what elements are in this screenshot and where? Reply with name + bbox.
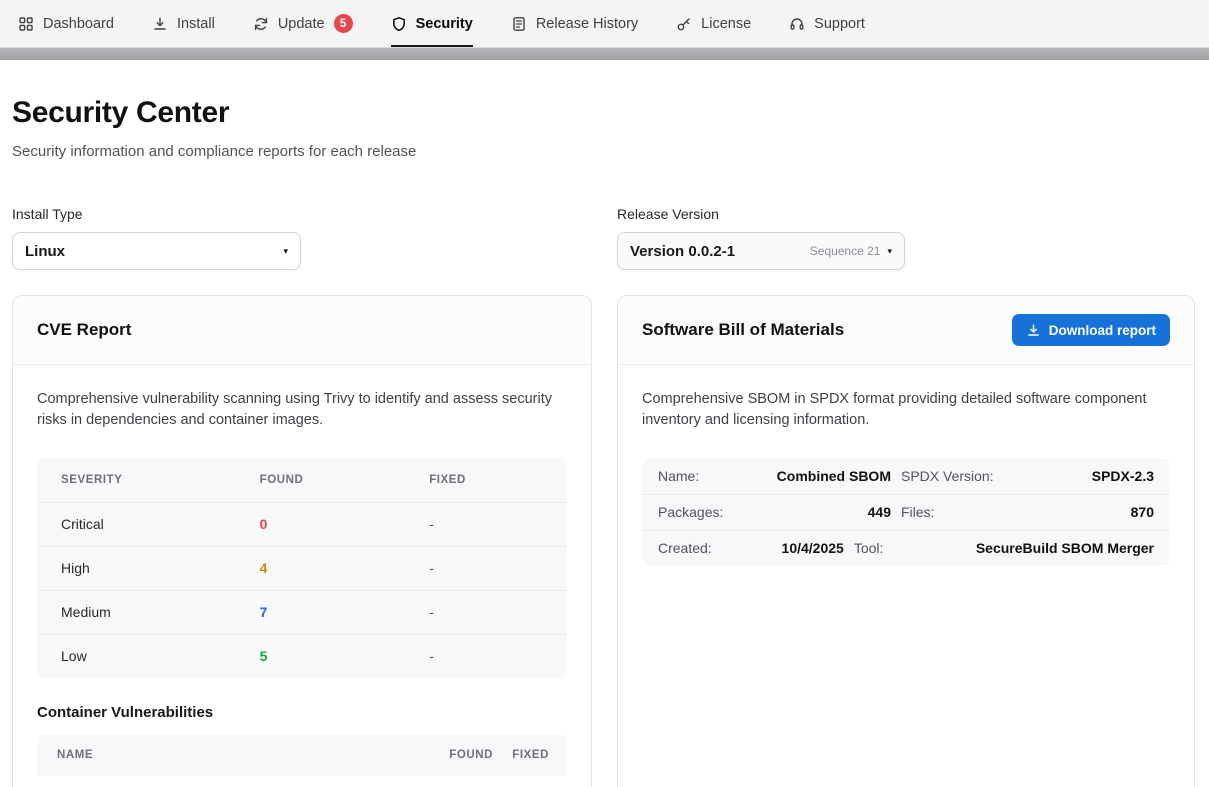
severity-found-count: 5 [260, 648, 430, 664]
severity-row-critical: Critical 0 - [37, 502, 567, 546]
nav-tab-update[interactable]: Update 5 [253, 0, 353, 47]
install-type-label: Install Type [12, 206, 592, 222]
sbom-card: Software Bill of Materials Download repo… [617, 295, 1195, 787]
install-type-value: Linux [25, 243, 276, 260]
sbom-title: Software Bill of Materials [642, 320, 844, 340]
sbom-field-value: SPDX-2.3 [1023, 468, 1154, 484]
cve-report-title: CVE Report [37, 320, 131, 340]
top-navigation: Dashboard Install Update 5 Security Rele… [0, 0, 1209, 48]
container-table-header: NAME FOUND FIXED [37, 734, 567, 776]
update-count-badge: 5 [334, 14, 353, 33]
download-report-button[interactable]: Download report [1012, 314, 1170, 346]
severity-table-header: SEVERITY FOUND FIXED [37, 458, 567, 502]
sbom-field-value: Combined SBOM [760, 468, 891, 484]
severity-header-cell: SEVERITY [37, 474, 260, 486]
nav-tab-label: Update [278, 16, 325, 32]
sbom-field-label: SPDX Version: [901, 468, 1013, 484]
nav-tab-label: Install [177, 16, 215, 32]
release-version-label: Release Version [617, 206, 1195, 222]
cve-report-header: CVE Report [13, 296, 591, 365]
grid-icon [18, 16, 34, 32]
fixed-header-cell: FIXED [493, 749, 549, 761]
found-header-cell: FOUND [260, 474, 430, 486]
sbom-field-value: 449 [760, 504, 891, 520]
sbom-field-value: SecureBuild SBOM Merger [976, 540, 1154, 556]
release-version-select[interactable]: Version 0.0.2-1 Sequence 21 ▾ [617, 232, 905, 270]
nav-tab-license[interactable]: License [676, 0, 751, 47]
download-icon [152, 16, 168, 32]
report-cards: CVE Report Comprehensive vulnerability s… [12, 295, 1195, 787]
main-content: Security Center Security information and… [0, 60, 1209, 787]
sbom-info-row: Created: 10/4/2025 Tool: SecureBuild SBO… [642, 530, 1170, 566]
severity-row-high: High 4 - [37, 546, 567, 590]
sbom-description: Comprehensive SBOM in SPDX format provid… [642, 389, 1170, 432]
release-sequence-text: Sequence 21 [810, 244, 881, 258]
headset-icon [789, 16, 805, 32]
nav-tab-support[interactable]: Support [789, 0, 865, 47]
key-icon [676, 16, 692, 32]
severity-fixed-count: - [429, 604, 567, 620]
shield-icon [391, 16, 407, 32]
window-divider [0, 48, 1209, 60]
sbom-field-label: Files: [901, 504, 1013, 520]
refresh-icon [253, 16, 269, 32]
nav-tab-label: License [701, 16, 751, 32]
sbom-info-row: Packages: 449 Files: 870 [642, 494, 1170, 530]
nav-tab-security[interactable]: Security [391, 0, 473, 47]
name-header-cell: NAME [57, 749, 421, 761]
sbom-field-value: 10/4/2025 [760, 540, 844, 556]
severity-found-count: 7 [260, 604, 430, 620]
cve-report-description: Comprehensive vulnerability scanning usi… [37, 389, 567, 432]
sbom-info-table: Name: Combined SBOM SPDX Version: SPDX-2… [642, 458, 1170, 566]
install-type-select[interactable]: Linux ▾ [12, 232, 301, 270]
nav-tab-label: Dashboard [43, 16, 114, 32]
release-version-value: Version 0.0.2-1 [630, 243, 810, 260]
severity-label: High [37, 560, 260, 576]
nav-tab-label: Release History [536, 16, 638, 32]
severity-row-medium: Medium 7 - [37, 590, 567, 634]
sbom-field-label: Created: [658, 540, 750, 556]
download-icon [1026, 323, 1041, 338]
container-vulnerabilities-title: Container Vulnerabilities [37, 704, 567, 721]
sbom-field-label: Packages: [658, 504, 750, 520]
cve-report-card: CVE Report Comprehensive vulnerability s… [12, 295, 592, 787]
install-type-filter: Install Type Linux ▾ [12, 206, 592, 270]
download-report-label: Download report [1049, 323, 1156, 338]
nav-tab-label: Support [814, 16, 865, 32]
severity-label: Low [37, 648, 260, 664]
severity-found-count: 0 [260, 516, 430, 532]
document-icon [511, 16, 527, 32]
nav-tab-install[interactable]: Install [152, 0, 215, 47]
sbom-field-label: Name: [658, 468, 750, 484]
severity-label: Critical [37, 516, 260, 532]
sbom-info-row: Name: Combined SBOM SPDX Version: SPDX-2… [642, 458, 1170, 494]
severity-fixed-count: - [429, 516, 567, 532]
severity-fixed-count: - [429, 560, 567, 576]
chevron-down-icon: ▾ [887, 247, 892, 256]
nav-tab-dashboard[interactable]: Dashboard [18, 0, 114, 47]
release-version-filter: Release Version Version 0.0.2-1 Sequence… [617, 206, 1195, 270]
severity-found-count: 4 [260, 560, 430, 576]
page-subtitle: Security information and compliance repo… [12, 143, 1195, 160]
sbom-field-label: Tool: [854, 540, 966, 556]
page-title: Security Center [12, 96, 1195, 130]
nav-tab-label: Security [416, 16, 473, 32]
fixed-header-cell: FIXED [429, 474, 567, 486]
found-header-cell: FOUND [421, 749, 493, 761]
severity-row-low: Low 5 - [37, 634, 567, 678]
severity-table: SEVERITY FOUND FIXED Critical 0 - High 4… [37, 458, 567, 678]
nav-tab-release-history[interactable]: Release History [511, 0, 638, 47]
cve-report-body: Comprehensive vulnerability scanning usi… [13, 365, 591, 787]
severity-label: Medium [37, 604, 260, 620]
chevron-down-icon: ▾ [283, 247, 288, 256]
filters-row: Install Type Linux ▾ Release Version Ver… [12, 206, 1195, 270]
sbom-body: Comprehensive SBOM in SPDX format provid… [618, 365, 1194, 590]
severity-fixed-count: - [429, 648, 567, 664]
sbom-header: Software Bill of Materials Download repo… [618, 296, 1194, 365]
sbom-field-value: 870 [1023, 504, 1154, 520]
